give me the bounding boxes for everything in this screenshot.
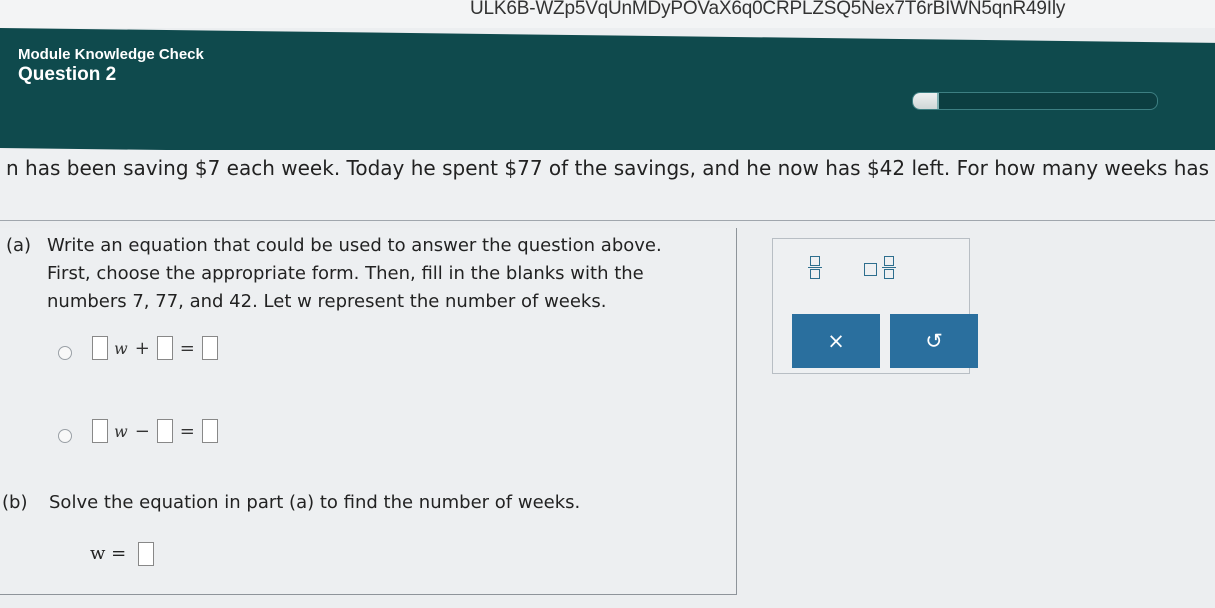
clear-button[interactable]: × — [792, 314, 880, 368]
equation-subtract-form: w − = — [92, 419, 218, 443]
option-add-radio[interactable] — [58, 346, 72, 360]
part-a-tag: (a) — [6, 235, 32, 256]
equals-sign: = — [179, 337, 195, 359]
plus-operator: + — [134, 337, 150, 359]
result-blank[interactable] — [201, 336, 218, 360]
result-blank[interactable] — [201, 419, 218, 443]
undo-button[interactable]: ↺ — [890, 314, 978, 368]
progress-fill — [913, 93, 940, 109]
equals-sign: = — [179, 420, 195, 442]
module-title: Module Knowledge Check — [18, 46, 204, 63]
part-a-line-3: numbers 7, 77, and 42. Let w represent t… — [47, 291, 607, 312]
equation-add-form: w + = — [92, 336, 218, 360]
answer-label: w = — [90, 543, 127, 564]
weeks-answer: w = — [90, 542, 154, 566]
coefficient-blank[interactable] — [92, 419, 108, 443]
option-subtract-radio[interactable] — [58, 429, 72, 443]
problem-statement: n has been saving $7 each week. Today he… — [6, 156, 1211, 180]
constant-blank[interactable] — [156, 419, 173, 443]
variable-w: w — [114, 338, 128, 358]
variable-w: w — [114, 421, 128, 441]
part-b-text: Solve the equation in part (a) to find t… — [49, 492, 581, 513]
minus-operator: − — [134, 420, 150, 442]
browser-url-strip: ULK6B-WZp5VqUnMDyPOVaX6q0CRPLZSQ5Nex7T6r… — [0, 0, 1215, 28]
coefficient-blank[interactable] — [92, 336, 108, 360]
weeks-answer-input[interactable] — [137, 542, 154, 566]
fraction-icon[interactable] — [801, 256, 829, 286]
url-text: ULK6B-WZp5VqUnMDyPOVaX6q0CRPLZSQ5Nex7T6r… — [470, 0, 1066, 19]
part-a-line-1: Write an equation that could be used to … — [47, 235, 662, 256]
part-b-tag: (b) — [2, 492, 28, 513]
progress-bar — [912, 92, 1158, 110]
constant-blank[interactable] — [156, 336, 173, 360]
part-a-line-2: First, choose the appropriate form. Then… — [47, 263, 644, 284]
question-title: Question 2 — [18, 64, 117, 85]
